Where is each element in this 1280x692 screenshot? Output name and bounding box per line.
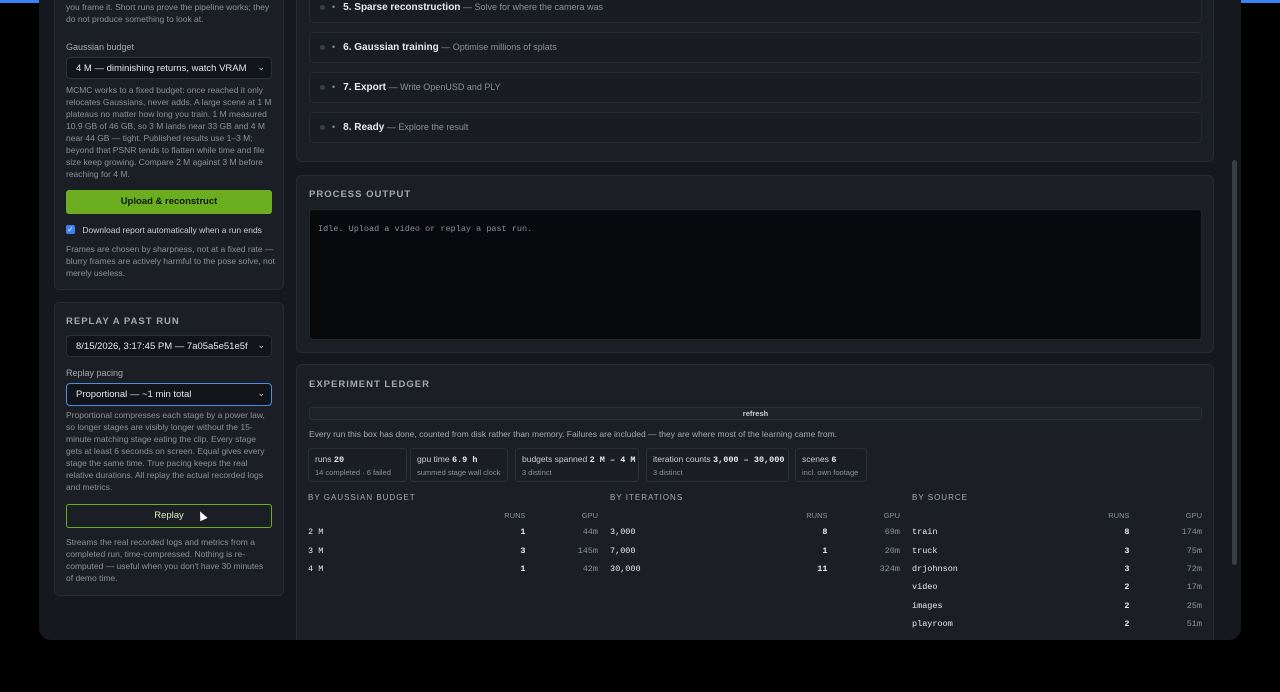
table-row: 7,000 1 20m <box>610 545 900 556</box>
table-by-iterations: RUNS GPU 3,000 8 69m 7,000 1 20m 30,000 11 324… <box>610 507 900 578</box>
past-run-select[interactable]: 8/15/2026, 3:17:45 PM — 7a05a5e51e5f ⌄ <box>66 335 272 357</box>
gaussian-budget-select[interactable]: 4 M — diminishing returns, watch VRAM ⌄ <box>66 57 272 79</box>
table-row: 3,000 8 69m <box>610 527 900 538</box>
download-report-row[interactable]: ✓ Download report automatically when a r… <box>66 224 262 235</box>
stat-budgets-spanned: budgets spanned 2 M – 4 M 3 distinct <box>515 448 639 482</box>
replay-pacing-select[interactable]: Proportional — ~1 min total ⌄ <box>66 383 272 406</box>
col-gpu: GPU <box>1185 510 1202 520</box>
settings-card: you frame it. Short runs prove the pipel… <box>54 0 284 290</box>
replay-note: Streams the real recorded logs and metri… <box>66 537 264 583</box>
table-row: truck 3 75m <box>912 545 1202 556</box>
replay-section-title: REPLAY A PAST RUN <box>66 316 180 327</box>
replay-button[interactable]: Replay <box>66 504 272 528</box>
process-output-card: PROCESS OUTPUT Idle. Upload a video or r… <box>296 175 1214 353</box>
stage-sparse-reconstruction: • 5. Sparse reconstruction — Solve for wh… <box>309 0 1202 23</box>
table-row: 2 M 1 44m <box>308 527 598 538</box>
replay-pacing-help: Proportional compresses each stage by a … <box>66 410 265 492</box>
intro-text: you frame it. Short runs prove the pipel… <box>66 2 270 24</box>
download-report-checkbox[interactable]: ✓ <box>66 225 75 235</box>
replay-card: REPLAY A PAST RUN 8/15/2026, 3:17:45 PM … <box>54 302 284 596</box>
refresh-button[interactable]: refresh <box>309 407 1202 420</box>
table-row: train 8 174m <box>912 527 1202 538</box>
table-header-row: RUNS GPU <box>610 507 900 523</box>
table-by-budget: RUNS GPU 2 M 1 44m 3 M 3 145m 4 M 1 42m <box>308 507 598 578</box>
stat-scenes: scenes 6 incl. own footage <box>795 448 867 482</box>
pipeline-stages-card: • 5. Sparse reconstruction — Solve for wh… <box>296 0 1214 162</box>
gaussian-budget-label: Gaussian budget <box>66 42 135 52</box>
table-row: playroom 2 51m <box>912 619 1202 630</box>
table-row: 30,000 11 324m <box>610 563 900 574</box>
page-scrollbar[interactable] <box>1232 160 1237 565</box>
col-gpu: GPU <box>581 510 598 520</box>
stage-status-dot <box>320 45 325 51</box>
app-window: you frame it. Short runs prove the pipel… <box>39 0 1241 640</box>
ledger-title: EXPERIMENT LEDGER <box>309 379 430 390</box>
stage-status-dot <box>320 125 325 131</box>
stage-status-dot <box>320 5 325 11</box>
process-output-text: Idle. Upload a video or replay a past ru… <box>318 224 533 234</box>
table-header-row: RUNS GPU <box>308 507 598 523</box>
download-report-label: Download report automatically when a run… <box>82 224 262 235</box>
process-output-log[interactable]: Idle. Upload a video or replay a past ru… <box>309 209 1202 340</box>
col-runs: RUNS <box>806 510 828 520</box>
stage-export: • 7. Export — Write OpenUSD and PLY <box>309 72 1202 103</box>
stage-ready: • 8. Ready — Explore the result <box>309 112 1202 143</box>
col-runs: RUNS <box>1108 510 1130 520</box>
table-by-budget-title: BY GAUSSIAN BUDGET <box>308 493 416 502</box>
stat-gpu-time: gpu time 6.9 h summed stage wall clock <box>410 448 508 482</box>
chevron-down-icon: ⌄ <box>257 62 265 72</box>
table-row: 4 M 1 42m <box>308 563 598 574</box>
upload-reconstruct-button[interactable]: Upload & reconstruct <box>66 190 272 214</box>
chevron-down-icon: ⌄ <box>257 340 265 350</box>
replay-pacing-label: Replay pacing <box>66 368 124 378</box>
table-by-source-title: BY SOURCE <box>912 493 968 502</box>
ledger-description: Every run this box has done, counted fro… <box>309 429 838 439</box>
stage-status-dot <box>320 85 325 91</box>
table-by-iterations-title: BY ITERATIONS <box>610 493 684 502</box>
gaussian-budget-help: MCMC works to a fixed budget: once reach… <box>66 85 272 179</box>
col-gpu: GPU <box>883 510 900 520</box>
table-header-row: RUNS GPU <box>912 507 1202 523</box>
table-row: video 2 17m <box>912 582 1202 593</box>
table-row: 3 M 3 145m <box>308 545 598 556</box>
stat-iteration-counts: iteration counts 3,000 – 30,000 3 distin… <box>646 448 789 482</box>
table-row: drjohnson 3 72m <box>912 563 1202 574</box>
col-runs: RUNS <box>504 510 526 520</box>
stage-gaussian-training: • 6. Gaussian training — Optimise million… <box>309 32 1202 63</box>
chevron-down-icon: ⌄ <box>257 388 265 398</box>
table-row: images 2 25m <box>912 600 1202 611</box>
process-output-title: PROCESS OUTPUT <box>309 189 412 200</box>
frames-note: Frames are chosen by sharpness, not at a… <box>66 244 275 278</box>
table-by-source: RUNS GPU train 8 174m truck 3 75m drjohnson 3… <box>912 507 1202 633</box>
stat-runs: runs 20 14 completed · 6 failed <box>308 448 407 482</box>
